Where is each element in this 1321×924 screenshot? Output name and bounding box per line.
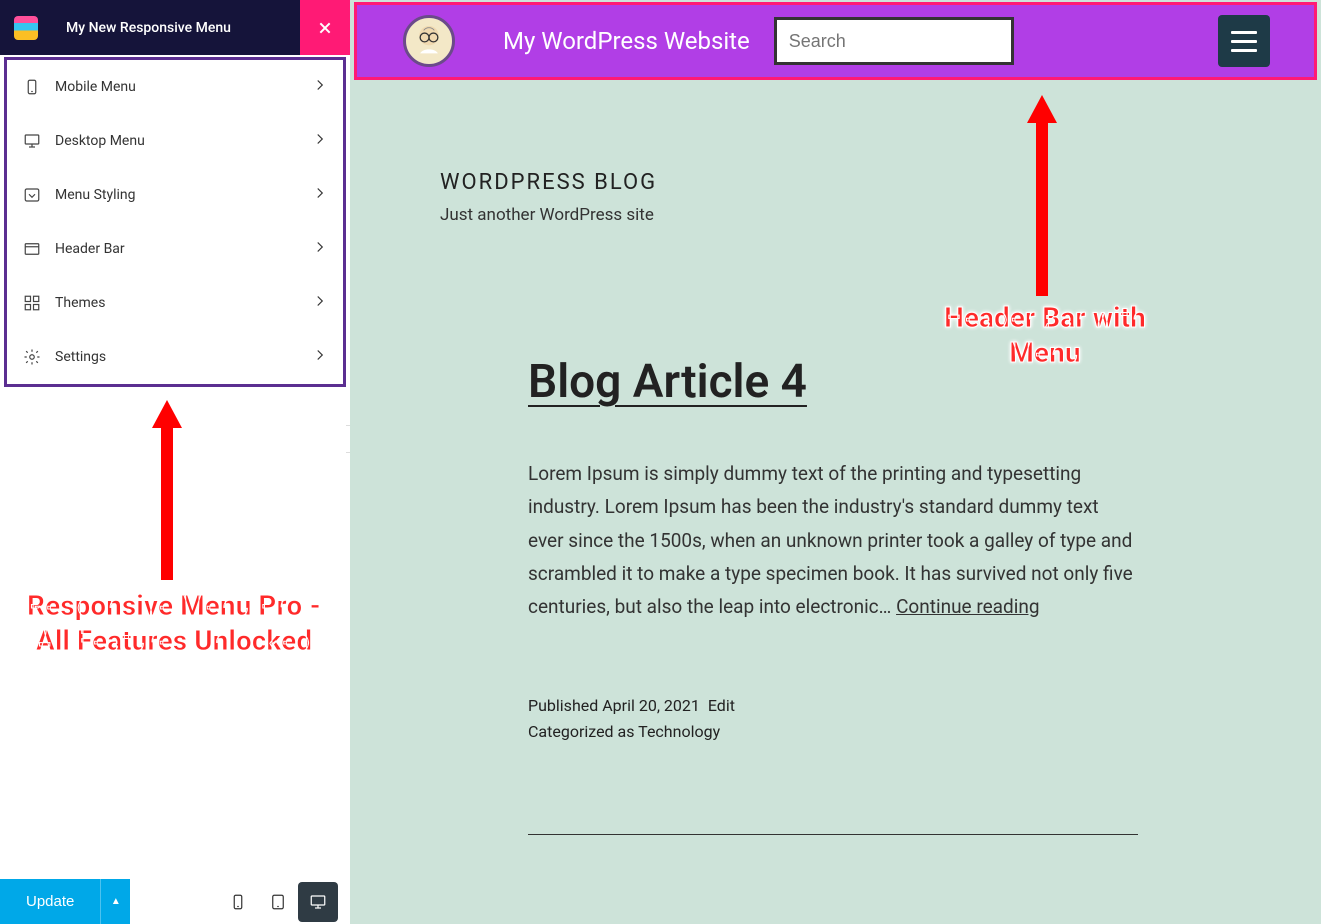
chevron-right-icon: [311, 292, 329, 314]
menu-item-desktop-menu[interactable]: Desktop Menu: [7, 114, 343, 168]
published-date: April 20, 2021: [602, 696, 700, 715]
menu-item-label: Menu Styling: [55, 187, 136, 203]
themes-icon: [23, 294, 41, 312]
plugin-logo: [14, 16, 38, 40]
menu-item-header-bar[interactable]: Header Bar: [7, 222, 343, 276]
menu-item-settings[interactable]: Settings: [7, 330, 343, 384]
article: Blog Article 4 Lorem Ipsum is simply dum…: [528, 355, 1138, 835]
published-label: Published: [528, 696, 602, 715]
annotation-right: Header Bar with Menu: [915, 300, 1175, 370]
close-button[interactable]: [300, 0, 350, 55]
close-icon: [317, 20, 333, 36]
dropdown-icon: [23, 186, 41, 204]
hamburger-line: [1231, 49, 1257, 52]
menu-item-label: Settings: [55, 349, 106, 365]
site-heading: WORDPRESS BLOG: [440, 170, 1321, 195]
device-tablet-button[interactable]: [258, 882, 298, 922]
customizer-sidebar: My New Responsive Menu Mobile Menu Deskt…: [0, 0, 350, 924]
site-tagline: Just another WordPress site: [440, 205, 1321, 225]
menu-item-mobile-menu[interactable]: Mobile Menu: [7, 60, 343, 114]
hamburger-line: [1231, 40, 1257, 43]
sidebar-footer: Update ▲: [0, 879, 350, 924]
device-desktop-button[interactable]: [298, 882, 338, 922]
category-link[interactable]: Technology: [638, 722, 720, 741]
search-input[interactable]: [774, 17, 1014, 65]
menu-section-list: Mobile Menu Desktop Menu Menu Styling He…: [4, 57, 346, 387]
continue-reading-link[interactable]: Continue reading: [896, 595, 1039, 618]
sidebar-title: My New Responsive Menu: [66, 20, 231, 36]
site-heading-block: WORDPRESS BLOG Just another WordPress si…: [350, 80, 1321, 225]
chevron-right-icon: [311, 238, 329, 260]
annotation-arrow-shaft: [161, 422, 173, 580]
hamburger-menu-button[interactable]: [1218, 15, 1270, 67]
window-icon: [23, 240, 41, 258]
article-divider: [528, 834, 1138, 835]
menu-item-themes[interactable]: Themes: [7, 276, 343, 330]
categorized-label: Categorized as: [528, 722, 638, 741]
menu-item-label: Desktop Menu: [55, 133, 145, 149]
menu-item-label: Mobile Menu: [55, 79, 136, 95]
article-body: Lorem Ipsum is simply dummy text of the …: [528, 457, 1138, 623]
annotation-left: Responsive Menu Pro - All Features Unloc…: [9, 588, 339, 658]
menu-item-menu-styling[interactable]: Menu Styling: [7, 168, 343, 222]
menu-item-label: Themes: [55, 295, 105, 311]
mobile-icon: [23, 78, 41, 96]
annotation-arrow-shaft: [1036, 118, 1048, 296]
site-title[interactable]: My WordPress Website: [503, 27, 750, 55]
avatar-icon: [406, 18, 452, 64]
device-mobile-button[interactable]: [218, 882, 258, 922]
hamburger-line: [1231, 31, 1257, 34]
chevron-right-icon: [311, 130, 329, 152]
chevron-right-icon: [311, 346, 329, 368]
edit-link[interactable]: Edit: [708, 696, 735, 715]
preview-pane: My WordPress Website WORDPRESS BLOG Just…: [350, 0, 1321, 924]
site-logo-avatar[interactable]: [403, 15, 455, 67]
update-dropdown-toggle[interactable]: ▲: [100, 879, 130, 924]
menu-item-label: Header Bar: [55, 241, 125, 257]
desktop-icon: [23, 132, 41, 150]
article-meta: Published April 20, 2021 Edit Categorize…: [528, 693, 1138, 744]
gear-icon: [23, 348, 41, 366]
chevron-right-icon: [311, 184, 329, 206]
sidebar-header: My New Responsive Menu: [0, 0, 350, 55]
update-button[interactable]: Update: [0, 879, 100, 924]
header-bar: My WordPress Website: [354, 2, 1317, 80]
chevron-right-icon: [311, 76, 329, 98]
